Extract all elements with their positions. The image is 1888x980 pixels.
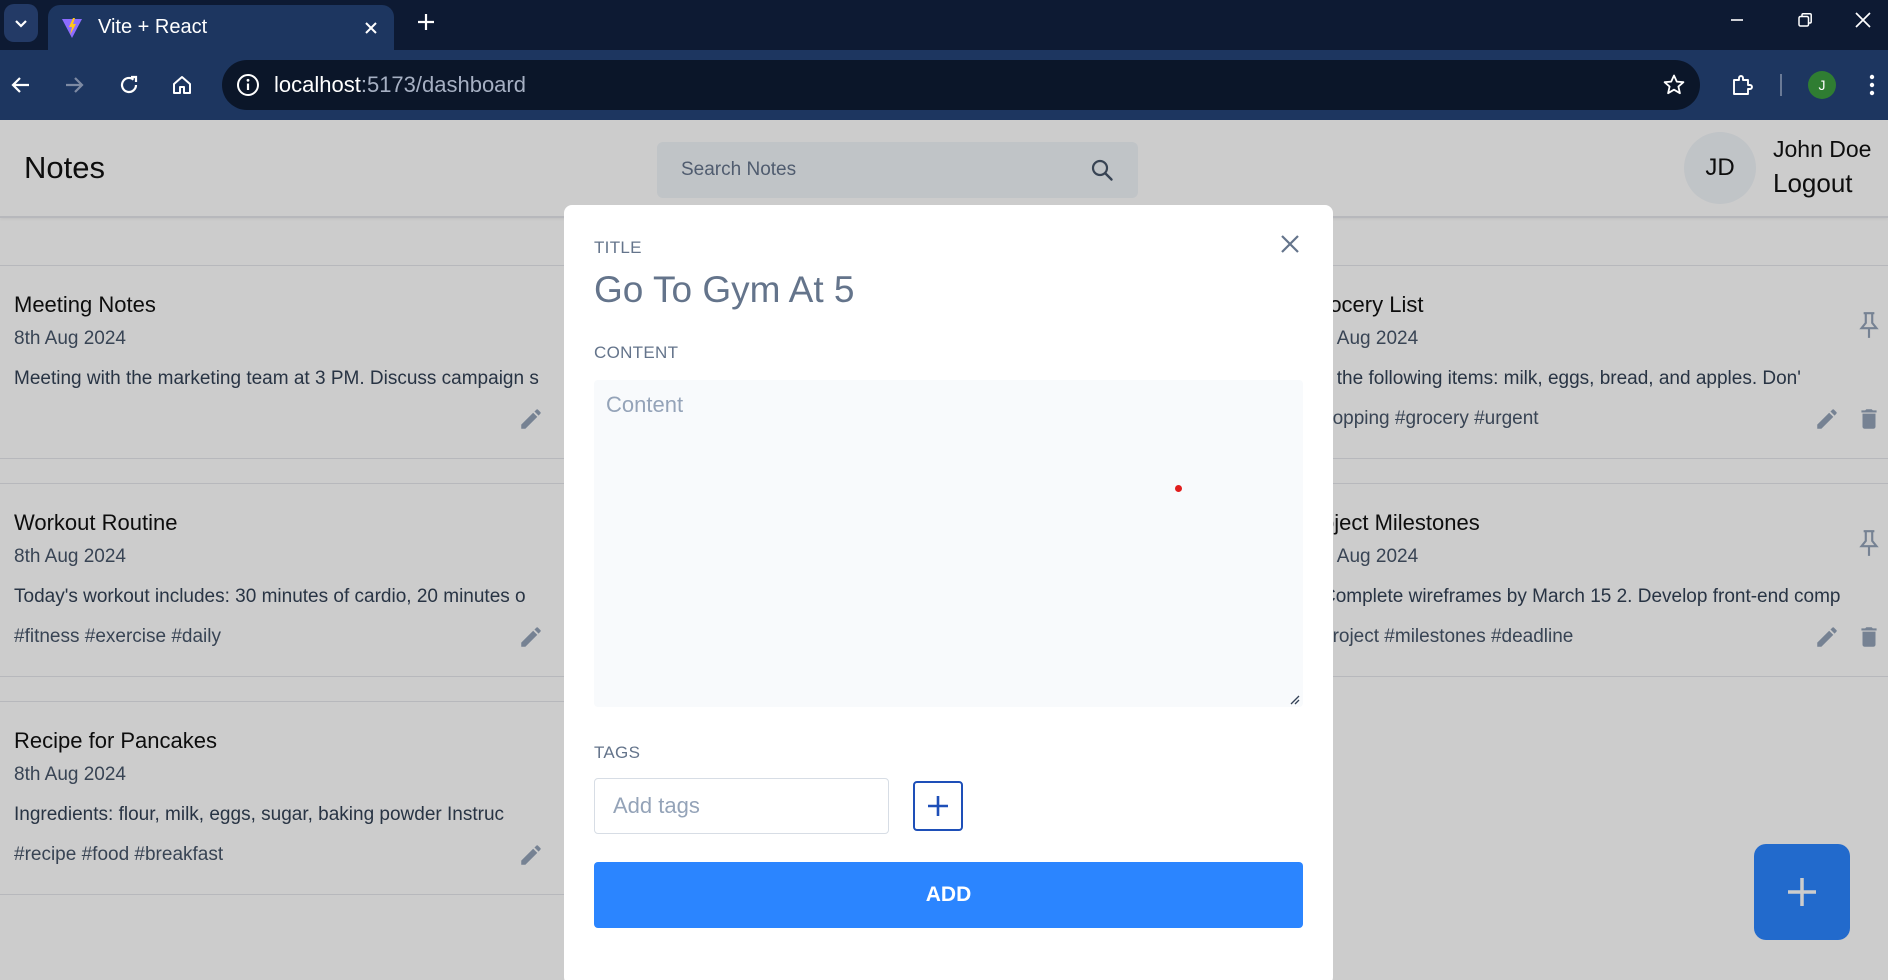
- tab-close-button[interactable]: [360, 17, 382, 39]
- browser-tab-active[interactable]: Vite + React: [48, 5, 394, 50]
- browser-toolbar: localhost:5173/dashboard J: [0, 50, 1888, 120]
- site-info-icon: [237, 74, 259, 96]
- restore-icon: [1798, 13, 1812, 27]
- content-textarea[interactable]: [594, 380, 1303, 707]
- window-restore-button[interactable]: [1780, 2, 1830, 38]
- close-icon: [1855, 12, 1871, 28]
- back-button[interactable]: [3, 67, 39, 103]
- window-minimize-button[interactable]: [1712, 2, 1762, 38]
- address-bar[interactable]: localhost:5173/dashboard: [222, 60, 1700, 110]
- extensions-button[interactable]: [1724, 67, 1760, 103]
- profile-avatar[interactable]: J: [1808, 71, 1836, 99]
- close-icon: [1281, 235, 1299, 253]
- toolbar-divider: [1780, 74, 1782, 96]
- add-tag-button[interactable]: [913, 781, 963, 831]
- modal-close-button[interactable]: [1275, 229, 1305, 259]
- resize-handle-icon[interactable]: [1288, 693, 1300, 705]
- bookmark-star-icon[interactable]: [1662, 73, 1686, 97]
- plus-icon: [418, 14, 434, 30]
- url-text[interactable]: localhost:5173/dashboard: [274, 72, 1662, 98]
- browser-menu-button[interactable]: [1862, 67, 1882, 103]
- plus-icon: [928, 796, 948, 816]
- arrow-left-icon: [11, 77, 29, 93]
- tab-title: Vite + React: [98, 16, 208, 38]
- reload-icon: [120, 75, 138, 94]
- forward-button[interactable]: [56, 67, 92, 103]
- more-vertical-icon: [1869, 74, 1875, 96]
- add-note-modal: TITLE CONTENT TAGS ADD: [564, 205, 1333, 980]
- content-label: CONTENT: [594, 343, 679, 362]
- minimize-icon: [1731, 19, 1743, 21]
- home-button[interactable]: [164, 67, 200, 103]
- tags-input[interactable]: [594, 778, 889, 834]
- tags-label: TAGS: [594, 743, 641, 762]
- close-icon: [365, 21, 377, 34]
- add-note-button[interactable]: ADD: [594, 862, 1303, 928]
- title-input[interactable]: [594, 265, 1254, 315]
- home-icon: [173, 76, 191, 94]
- reload-button[interactable]: [111, 67, 147, 103]
- new-tab-button[interactable]: [410, 6, 442, 38]
- browser-tabstrip: Vite + React: [0, 0, 1888, 50]
- window-close-button[interactable]: [1838, 2, 1888, 38]
- arrow-right-icon: [66, 77, 84, 93]
- app-viewport: Notes Search Notes JD John Doe Logout Me…: [0, 120, 1888, 980]
- chevron-down-icon: [15, 20, 27, 28]
- title-label: TITLE: [594, 238, 642, 257]
- vite-logo-icon: [62, 17, 82, 38]
- cursor-indicator: [1175, 485, 1182, 492]
- tab-search-button[interactable]: [4, 4, 38, 42]
- puzzle-icon: [1733, 75, 1753, 95]
